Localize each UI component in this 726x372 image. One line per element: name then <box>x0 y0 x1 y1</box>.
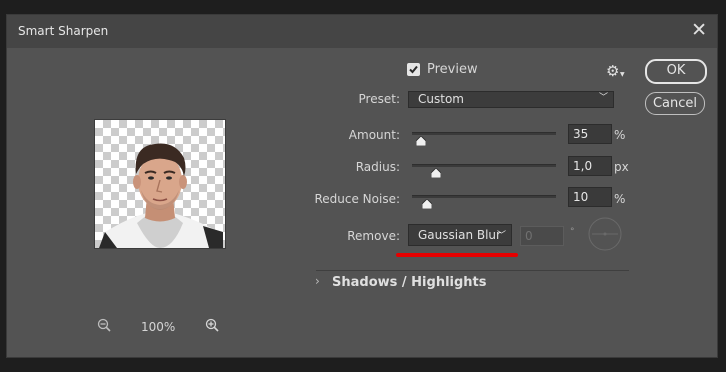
checkmark-icon <box>409 65 418 74</box>
amount-slider-track[interactable] <box>412 132 556 135</box>
zoom-in-icon[interactable] <box>205 318 219 332</box>
radius-unit: px <box>614 160 629 174</box>
zoom-level: 100% <box>141 320 176 334</box>
title-bar[interactable]: Smart Sharpen ✕ <box>7 15 717 48</box>
reduce-noise-slider-track[interactable] <box>412 195 556 198</box>
chevron-down-icon: ﹀ <box>598 93 608 103</box>
preview-image[interactable] <box>94 119 226 249</box>
section-divider <box>316 270 629 271</box>
reduce-noise-unit: % <box>614 192 626 206</box>
preset-select[interactable]: Custom ﹀ <box>408 91 614 108</box>
radius-label: Radius: <box>355 160 400 174</box>
ok-button[interactable]: OK <box>645 59 707 84</box>
zoom-out-icon[interactable] <box>97 318 111 332</box>
annotation-underline <box>396 253 518 257</box>
chevron-down-icon: ﹀ <box>496 231 506 241</box>
preset-value: Custom <box>418 92 464 106</box>
remove-select[interactable]: Gaussian Blur ﹀ <box>408 224 512 246</box>
angle-unit: ° <box>570 227 575 237</box>
remove-label: Remove: <box>347 229 400 243</box>
amount-input[interactable]: 35 <box>568 124 612 144</box>
gear-icon[interactable]: ⚙ <box>606 62 619 80</box>
cancel-button[interactable]: Cancel <box>645 92 705 115</box>
preset-label: Preset: <box>358 92 400 106</box>
reduce-noise-slider-thumb[interactable] <box>422 199 432 209</box>
smart-sharpen-dialog: Smart Sharpen ✕ 100% Preview ⚙ ▼ OK Canc… <box>6 14 718 358</box>
reduce-noise-label: Reduce Noise: <box>314 192 400 206</box>
reduce-noise-input[interactable]: 10 <box>568 187 612 207</box>
amount-label: Amount: <box>348 128 400 142</box>
shadows-highlights-section[interactable]: Shadows / Highlights <box>332 275 487 290</box>
remove-value: Gaussian Blur <box>418 228 501 242</box>
amount-unit: % <box>614 128 626 142</box>
preview-label[interactable]: Preview <box>427 62 478 77</box>
amount-slider-thumb[interactable] <box>416 136 426 146</box>
chevron-right-icon[interactable]: › <box>315 274 320 288</box>
radius-slider-track[interactable] <box>412 164 556 167</box>
radius-input[interactable]: 1,0 <box>568 156 612 176</box>
angle-dial-icon <box>588 217 622 251</box>
radius-slider-thumb[interactable] <box>431 168 441 178</box>
portrait-image <box>99 143 223 248</box>
preview-checkbox[interactable] <box>407 63 420 76</box>
close-icon[interactable]: ✕ <box>691 19 707 41</box>
gear-caret-icon: ▼ <box>620 71 625 78</box>
dialog-title: Smart Sharpen <box>18 24 109 38</box>
angle-input: 0 <box>520 226 564 246</box>
